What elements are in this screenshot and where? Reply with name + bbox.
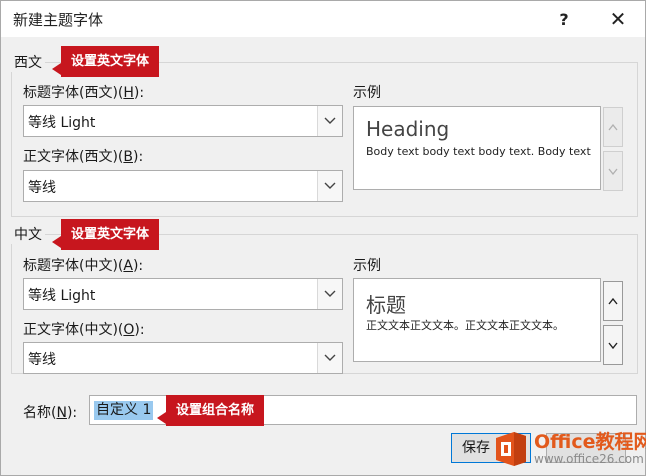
chinese-heading-font-label: 标题字体(中文)(A):	[23, 258, 144, 274]
western-body-font-select[interactable]: 等线	[23, 170, 343, 202]
watermark-logo: Office教程网 www.office26.com	[492, 425, 646, 473]
help-button[interactable]: ?	[547, 5, 581, 33]
chinese-body-font-select[interactable]: 等线	[23, 342, 343, 374]
watermark-url: www.office26.com	[534, 452, 644, 466]
western-group-label: 西文	[11, 52, 45, 72]
chinese-preview-label: 示例	[353, 258, 381, 274]
western-body-font-value: 等线	[28, 180, 56, 196]
chevron-up-icon	[608, 123, 618, 130]
close-button[interactable]: ✕	[601, 5, 635, 33]
chinese-heading-font-value: 等线 Light	[28, 288, 96, 304]
name-input-value: 自定义 1	[94, 401, 154, 420]
chevron-down-icon	[608, 168, 618, 175]
western-preview-label: 示例	[353, 85, 381, 101]
western-preview-heading: Heading	[366, 117, 450, 141]
western-heading-font-label: 标题字体(西文)(H):	[23, 85, 145, 101]
dialog-title: 新建主题字体	[13, 11, 104, 29]
chinese-preview-box: 标题 正文文本正文文本。正文文本正文文本。	[353, 278, 601, 362]
new-theme-fonts-dialog: 新建主题字体 ? ✕ 西文 标题字体(西文)(H): 等线 Light 正文字体…	[0, 0, 646, 476]
title-bar: 新建主题字体 ? ✕	[1, 1, 645, 37]
callout-western-font: 设置英文字体	[51, 46, 160, 77]
western-preview-body: Body text body text body text. Body text	[366, 145, 591, 158]
chevron-down-icon[interactable]	[317, 279, 342, 309]
chevron-up-icon	[608, 297, 618, 304]
name-label: 名称(N):	[23, 405, 78, 421]
chevron-down-icon	[608, 342, 618, 349]
western-heading-font-value: 等线 Light	[28, 115, 96, 131]
callout-chinese-font: 设置英文字体	[51, 219, 160, 250]
western-heading-font-select[interactable]: 等线 Light	[23, 105, 343, 137]
western-preview-scroll-down[interactable]	[603, 151, 623, 191]
chinese-preview-heading: 标题	[366, 293, 406, 317]
chinese-group-label: 中文	[11, 224, 45, 244]
chevron-down-icon[interactable]	[317, 343, 342, 373]
chinese-heading-font-select[interactable]: 等线 Light	[23, 278, 343, 310]
chinese-body-font-value: 等线	[28, 352, 56, 368]
chevron-down-icon[interactable]	[317, 106, 342, 136]
office-logo-icon	[492, 430, 530, 468]
chinese-preview-body: 正文文本正文文本。正文文本正文文本。	[366, 319, 564, 332]
chinese-body-font-label: 正文字体(中文)(O):	[23, 322, 145, 338]
callout-name: 设置组合名称	[156, 395, 265, 426]
watermark-title: Office教程网	[534, 431, 646, 453]
chinese-preview-scroll-up[interactable]	[603, 281, 623, 321]
western-body-font-label: 正文字体(西文)(B):	[23, 149, 144, 165]
western-preview-box: Heading Body text body text body text. B…	[353, 106, 601, 190]
chevron-down-icon[interactable]	[317, 171, 342, 201]
western-preview-scroll-up[interactable]	[603, 107, 623, 147]
chinese-preview-scroll-down[interactable]	[603, 325, 623, 365]
